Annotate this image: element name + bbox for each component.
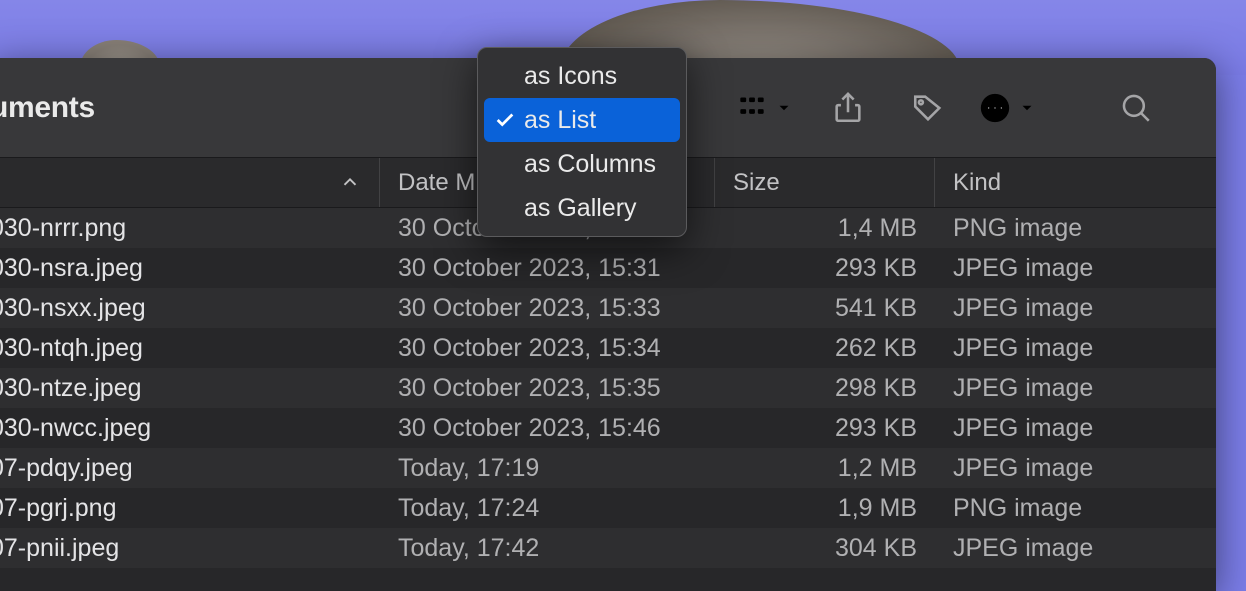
table-row[interactable]: 030-nsxx.jpeg 30 October 2023, 15:33 541… [0,288,1216,328]
search-icon [1119,91,1153,125]
file-size: 293 KB [715,254,935,283]
table-row[interactable]: 030-nsra.jpeg 30 October 2023, 15:31 293… [0,248,1216,288]
file-name: 030-ntze.jpeg [0,374,380,403]
file-kind: JPEG image [935,414,1216,443]
search-button[interactable] [1106,78,1166,138]
file-name: 030-nsxx.jpeg [0,294,380,323]
file-size: 1,4 MB [715,214,935,243]
column-header-name[interactable] [0,158,380,207]
file-kind: JPEG image [935,294,1216,323]
ellipsis-circle-icon [978,91,1012,125]
file-date: Today, 17:24 [380,494,715,523]
file-kind: PNG image [935,494,1216,523]
file-name: 07-pdqy.jpeg [0,454,380,483]
file-size: 304 KB [715,534,935,563]
table-row[interactable]: 07-pdqy.jpeg Today, 17:19 1,2 MB JPEG im… [0,448,1216,488]
file-date: 30 October 2023, 15:46 [380,414,715,443]
file-kind: JPEG image [935,254,1216,283]
file-size: 298 KB [715,374,935,403]
view-mode-menu: as Icons as List as Columns as Gallery [477,47,687,237]
column-header-size[interactable]: Size [715,158,935,207]
file-kind: JPEG image [935,534,1216,563]
sort-ascending-icon [339,172,361,194]
file-list: 030-nrrr.png 30 October 2023, 15:29 1,4 … [0,208,1216,591]
chevron-down-icon [1018,99,1036,117]
table-row[interactable]: 030-ntqh.jpeg 30 October 2023, 15:34 262… [0,328,1216,368]
tag-icon [911,91,945,125]
file-date: Today, 17:42 [380,534,715,563]
file-date: Today, 17:19 [380,454,715,483]
file-date: 30 October 2023, 15:33 [380,294,715,323]
file-name: 030-nwcc.jpeg [0,414,380,443]
check-icon [494,109,516,131]
group-by-button[interactable] [735,94,793,122]
file-date: 30 October 2023, 15:35 [380,374,715,403]
file-size: 541 KB [715,294,935,323]
file-size: 1,9 MB [715,494,935,523]
menu-item-columns[interactable]: as Columns [484,142,680,186]
menu-item-icons[interactable]: as Icons [484,54,680,98]
file-name: 030-ntqh.jpeg [0,334,380,363]
column-header-kind[interactable]: Kind [935,169,1216,197]
file-date: 30 October 2023, 15:34 [380,334,715,363]
table-row[interactable]: 030-ntze.jpeg 30 October 2023, 15:35 298… [0,368,1216,408]
tags-button[interactable] [898,78,958,138]
file-kind: PNG image [935,214,1216,243]
file-kind: JPEG image [935,454,1216,483]
share-icon [831,91,865,125]
file-name: 07-pnii.jpeg [0,534,380,563]
table-row[interactable]: 030-nwcc.jpeg 30 October 2023, 15:46 293… [0,408,1216,448]
file-size: 262 KB [715,334,935,363]
table-row[interactable]: 07-pnii.jpeg Today, 17:42 304 KB JPEG im… [0,528,1216,568]
file-date: 30 October 2023, 15:31 [380,254,715,283]
file-kind: JPEG image [935,334,1216,363]
window-title: uments [0,91,95,125]
menu-item-gallery[interactable]: as Gallery [484,186,680,230]
file-name: 030-nrrr.png [0,214,380,243]
file-name: 030-nsra.jpeg [0,254,380,283]
menu-item-list[interactable]: as List [484,98,680,142]
group-grid-icon [735,94,769,122]
table-row[interactable]: 07-pgrj.png Today, 17:24 1,9 MB PNG imag… [0,488,1216,528]
chevron-down-icon [775,99,793,117]
file-name: 07-pgrj.png [0,494,380,523]
more-actions-button[interactable] [978,91,1036,125]
file-size: 1,2 MB [715,454,935,483]
share-button[interactable] [818,78,878,138]
file-kind: JPEG image [935,374,1216,403]
file-size: 293 KB [715,414,935,443]
